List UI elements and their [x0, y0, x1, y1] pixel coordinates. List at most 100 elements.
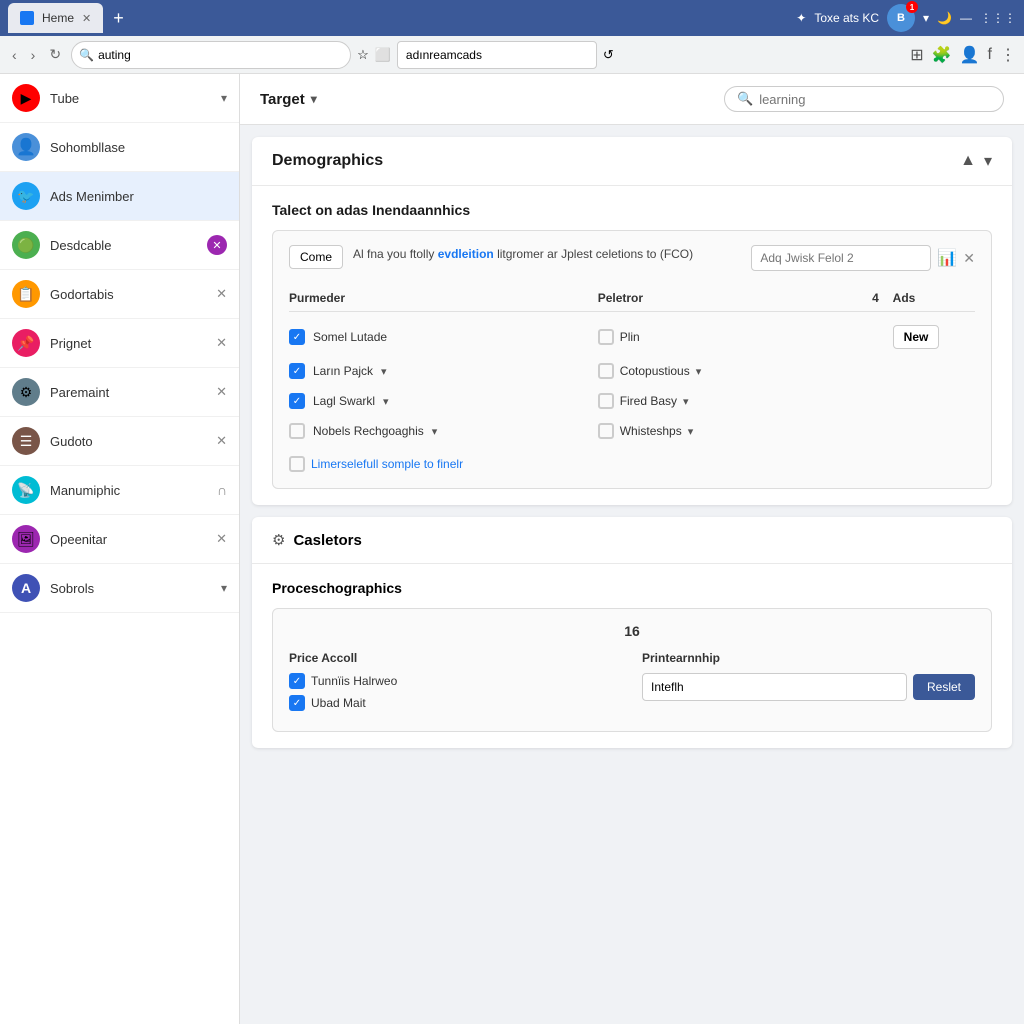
sidebar-item-manumiphic[interactable]: 📡 Manumiphic ∩ [0, 466, 239, 515]
proce-item: Ubad Mait [289, 695, 622, 711]
new-tab-button[interactable]: + [107, 8, 130, 29]
browser-toolbar-icons: ⊞ 🧩 👤 f ⋮ [910, 45, 1016, 65]
browser-actions: ✦ Toxe ats KC B 1 ▾ 🌙 — ⋮⋮⋮ [796, 4, 1016, 32]
dropdown-icon[interactable]: ▾ [383, 395, 389, 408]
facebook-icon[interactable]: f [988, 46, 992, 64]
close-icon[interactable]: ✕ [216, 286, 227, 302]
reload-button[interactable]: ↻ [45, 42, 65, 67]
bookmark-icon[interactable]: ☆ [357, 47, 369, 63]
menu-dots-icon[interactable]: ⋮ [1000, 45, 1016, 65]
close-icon[interactable]: ✕ [216, 531, 227, 547]
sidebar-item-ads-menimber[interactable]: 🐦 Ads Menimber [0, 172, 239, 221]
profile-diamond-icon: ✦ [796, 11, 806, 25]
sidebar-item-prignet[interactable]: 📌 Prignet ✕ [0, 319, 239, 368]
chevron-down-icon: ▾ [221, 91, 227, 105]
dropdown-icon[interactable]: ▾ [432, 425, 438, 438]
opeenitar-icon: 🖼 [12, 525, 40, 553]
intersect-icon: ∩ [217, 482, 227, 498]
dropdown-icon[interactable]: ▾ [696, 365, 702, 378]
back-button[interactable]: ‹ [8, 43, 21, 67]
account-icon[interactable]: 👤 [960, 45, 980, 65]
moon-icon[interactable]: 🌙 [937, 11, 952, 25]
param-label-0: Somel Lutade [313, 330, 387, 344]
sel-label-0: Plin [620, 330, 640, 344]
close-icon[interactable]: ✕ [216, 335, 227, 351]
sel-label-2: Fired Basy [620, 394, 677, 408]
avatar-initials: B [897, 12, 905, 24]
content-area: Target ▾ 🔍 Demographics ▲ ▾ Talect on ad… [240, 74, 1024, 1024]
address-bar-row: ‹ › ↻ 🔍 ☆ ⬜ ↺ ⊞ 🧩 👤 f ⋮ [0, 36, 1024, 74]
param-checkbox-1[interactable] [289, 363, 305, 379]
sidebar-item-label: Sobrols [50, 581, 211, 596]
dropdown-icon[interactable]: ▾ [381, 365, 387, 378]
browser-tab[interactable]: Heme ✕ [8, 3, 103, 33]
param-label-3: Nobels Rechgoaghis [313, 424, 424, 438]
col1-checkbox-0[interactable] [289, 673, 305, 689]
desdcable-icon: 🟢 [12, 231, 40, 259]
apps-icon[interactable]: ⊞ [910, 45, 923, 65]
sidebar-item-sobrols[interactable]: A Sobrols ▾ [0, 564, 239, 613]
bottom-link[interactable]: Limerselefull somple to finelr [311, 457, 463, 471]
col1-header: Price Accoll [289, 651, 622, 665]
reslet-button[interactable]: Reslet [913, 674, 975, 700]
header-search-input[interactable] [759, 92, 991, 107]
refresh-icon[interactable]: ↺ [603, 47, 614, 63]
sidebar-item-label: Sohombllase [50, 140, 227, 155]
proce-col-2: Printearnnhip Reslet [642, 651, 975, 717]
sidebar-item-label: Ads Menimber [50, 189, 227, 204]
profile-arrow-icon[interactable]: ▾ [923, 11, 929, 25]
new-button[interactable]: New [893, 325, 940, 349]
sel-label-1: Cotopustious [620, 364, 690, 378]
sel-label-3: Whisteshps [620, 424, 682, 438]
param-right: Plin [598, 329, 859, 345]
chart-icon[interactable]: 📊 [937, 248, 957, 268]
evdleition-link[interactable]: evdleition [438, 247, 494, 261]
avatar[interactable]: B 1 [887, 4, 915, 32]
close-icon[interactable]: ✕ [216, 433, 227, 449]
param-label-1: Ların Pajck [313, 364, 373, 378]
content-header: Target ▾ 🔍 [240, 74, 1024, 125]
extensions-icon[interactable]: 🧩 [932, 45, 952, 65]
tab-close-button[interactable]: ✕ [82, 12, 91, 25]
search-input[interactable] [71, 41, 351, 69]
close-icon[interactable]: ✕ [216, 384, 227, 400]
sidebar-item-paremaint[interactable]: ⚙ Paremaint ✕ [0, 368, 239, 417]
sel-checkbox-0[interactable] [598, 329, 614, 345]
sort-up-button[interactable]: ▲ [960, 152, 976, 170]
param-checkbox-2[interactable] [289, 393, 305, 409]
dropdown-icon[interactable]: ▾ [683, 395, 689, 408]
col-parameter-header: Purmeder [289, 291, 598, 305]
info-input-row: 📊 ✕ [751, 245, 975, 271]
col1-label-0: Tunnïis Halrweo [311, 674, 397, 688]
sidebar-item-tube[interactable]: ▶ Tube ▾ [0, 74, 239, 123]
sel-checkbox-3[interactable] [598, 423, 614, 439]
dropdown-icon[interactable]: ▾ [688, 425, 694, 438]
target-dropdown[interactable]: Target ▾ [260, 91, 317, 108]
main-layout: ▶ Tube ▾ 👤 Sohombllase 🐦 Ads Menimber 🟢 … [0, 74, 1024, 1024]
menu-icon[interactable]: ⋮⋮⋮ [980, 11, 1016, 25]
sidebar-item-gudoto[interactable]: ☰ Gudoto ✕ [0, 417, 239, 466]
chevron-down-icon: ▾ [221, 581, 227, 595]
url-input[interactable] [397, 41, 597, 69]
sidebar-item-label: Opeenitar [50, 532, 206, 547]
minimize-icon[interactable]: — [960, 11, 972, 25]
forward-button[interactable]: › [27, 43, 40, 67]
clear-button[interactable]: ✕ [963, 250, 975, 267]
col1-checkbox-1[interactable] [289, 695, 305, 711]
sidebar-item-opeenitar[interactable]: 🖼 Opeenitar ✕ [0, 515, 239, 564]
sel-checkbox-1[interactable] [598, 363, 614, 379]
sel-checkbox-2[interactable] [598, 393, 614, 409]
col-ads-header: Ads [893, 291, 975, 305]
tab-icon-btn[interactable]: ⬜ [375, 47, 391, 63]
sidebar-item-godortabis[interactable]: 📋 Godortabis ✕ [0, 270, 239, 319]
sidebar-item-desdcable[interactable]: 🟢 Desdcable ✕ [0, 221, 239, 270]
notification-badge: 1 [906, 1, 918, 13]
proce-input-field[interactable] [642, 673, 907, 701]
sidebar-item-sohombllase[interactable]: 👤 Sohombllase [0, 123, 239, 172]
info-input-field[interactable] [751, 245, 931, 271]
sort-down-button[interactable]: ▾ [984, 151, 992, 171]
link-checkbox[interactable] [289, 456, 305, 472]
param-checkbox-0[interactable] [289, 329, 305, 345]
come-button[interactable]: Come [289, 245, 343, 269]
param-checkbox-3[interactable] [289, 423, 305, 439]
